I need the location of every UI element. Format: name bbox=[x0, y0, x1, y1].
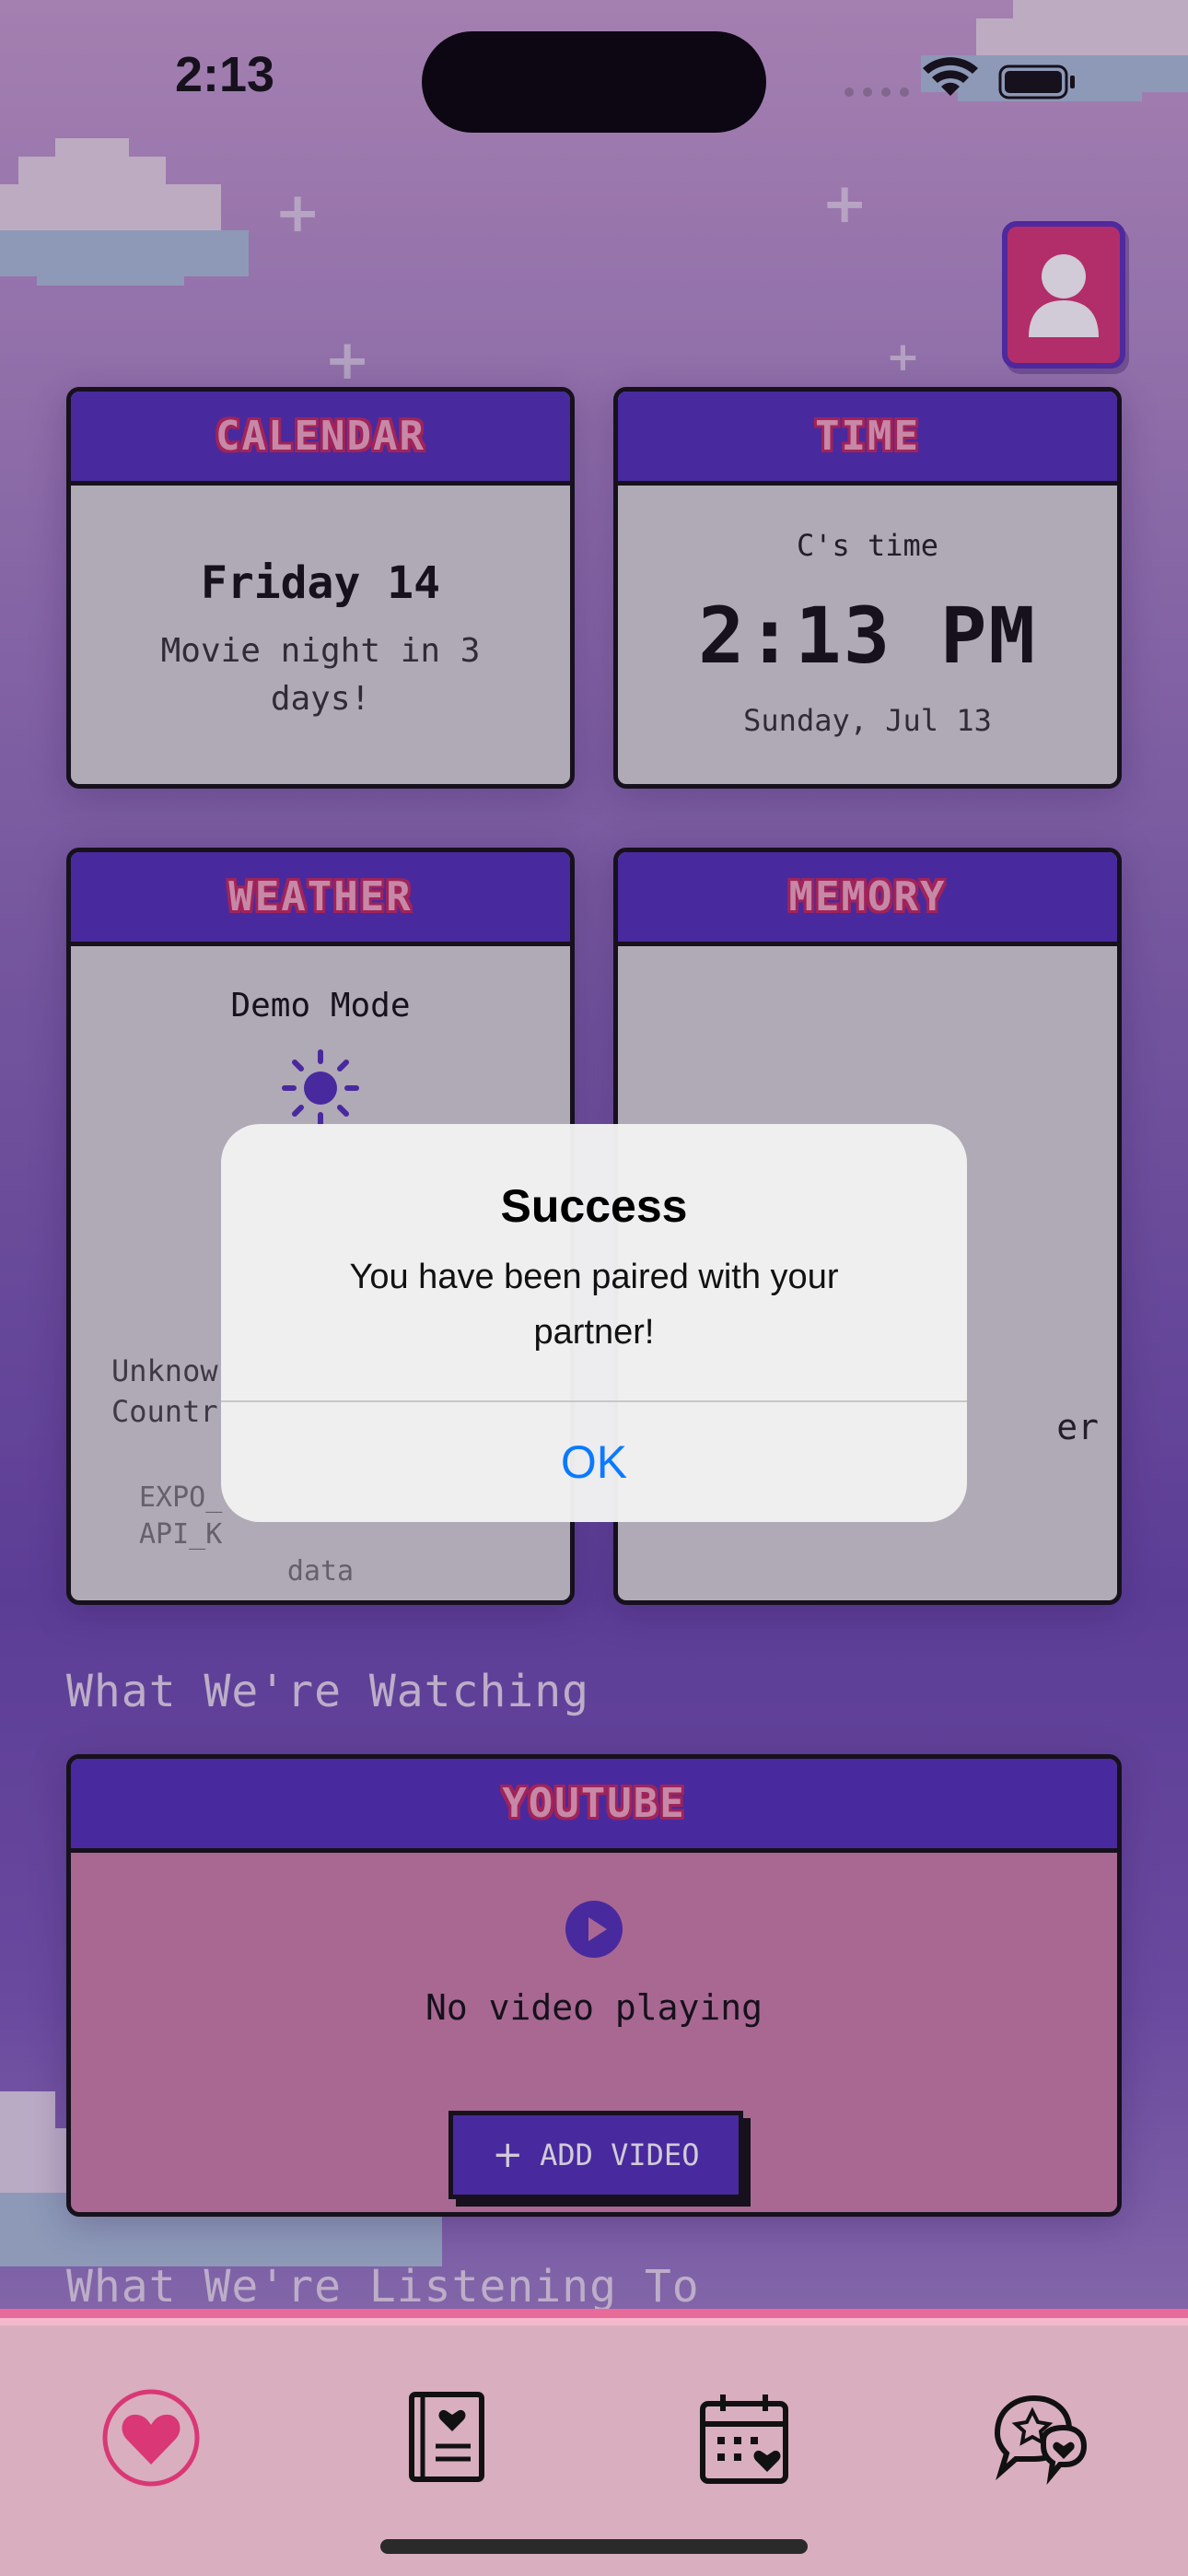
heart-icon bbox=[102, 2389, 200, 2487]
ok-button[interactable]: OK bbox=[221, 1402, 967, 1522]
chat-icon bbox=[994, 2395, 1088, 2486]
alert-message: You have been paired with your partner! bbox=[349, 1258, 839, 1352]
home-indicator bbox=[380, 2539, 808, 2554]
success-alert: Success You have been paired with your p… bbox=[221, 1124, 967, 1522]
nav-journal[interactable] bbox=[390, 2383, 501, 2493]
bottom-nav bbox=[0, 2309, 1188, 2576]
calendar-icon bbox=[700, 2395, 788, 2484]
nav-chat[interactable] bbox=[984, 2383, 1094, 2493]
nav-calendar[interactable] bbox=[689, 2383, 799, 2493]
nav-home[interactable] bbox=[96, 2383, 206, 2493]
journal-icon bbox=[409, 2392, 484, 2482]
alert-title: Success bbox=[500, 1180, 688, 1232]
